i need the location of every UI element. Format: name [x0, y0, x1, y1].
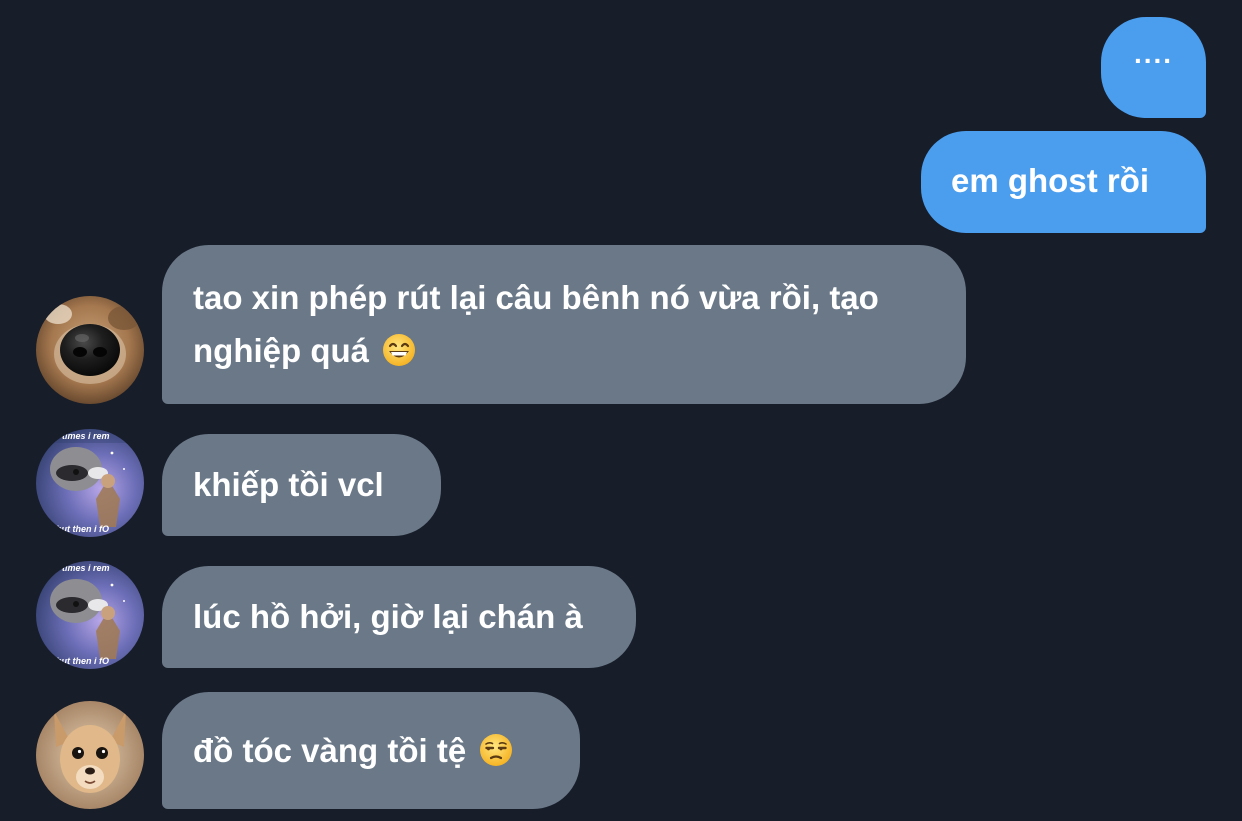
- incoming-message[interactable]: khiếp tồi vcl: [162, 434, 441, 536]
- message-text: đồ tóc vàng tồi tệ: [193, 732, 467, 769]
- incoming-message[interactable]: đồ tóc vàng tồi tệ: [162, 692, 580, 809]
- meme-caption: times i rem: [62, 431, 110, 441]
- meme-caption: times i rem: [62, 563, 110, 573]
- avatar[interactable]: times i rem but then i fO: [36, 561, 144, 669]
- avatar[interactable]: times i rem but then i fO: [36, 429, 144, 537]
- message-text: ....: [1133, 38, 1174, 69]
- avatar[interactable]: [36, 701, 144, 809]
- incoming-message[interactable]: tao xin phép rút lại câu bênh nó vừa rồi…: [162, 245, 966, 404]
- message-text-line: nghiệp quá: [193, 332, 369, 369]
- grinning-face-with-smiling-eyes-icon: [382, 333, 416, 367]
- message-text: khiếp tồi vcl: [193, 466, 384, 503]
- incoming-message[interactable]: lúc hồ hởi, giờ lại chán à: [162, 566, 636, 668]
- meme-caption: but then i fO: [56, 656, 109, 666]
- avatar[interactable]: [36, 296, 144, 404]
- raccoon-meme-avatar-icon: times i rem but then i fO: [36, 561, 144, 669]
- outgoing-message[interactable]: ....: [1101, 17, 1206, 118]
- chihuahua-avatar-icon: [36, 701, 144, 809]
- dog-nose-avatar-icon: [36, 296, 144, 404]
- message-text: em ghost rồi: [951, 162, 1150, 199]
- raccoon-meme-avatar-icon: times i rem but then i fO: [36, 429, 144, 537]
- unamused-face-icon: [479, 733, 513, 767]
- meme-caption: but then i fO: [56, 524, 109, 534]
- message-text: lúc hồ hởi, giờ lại chán à: [193, 598, 583, 635]
- outgoing-message[interactable]: em ghost rồi: [921, 131, 1206, 233]
- message-text-line: tao xin phép rút lại câu bênh nó vừa rồi…: [193, 279, 879, 316]
